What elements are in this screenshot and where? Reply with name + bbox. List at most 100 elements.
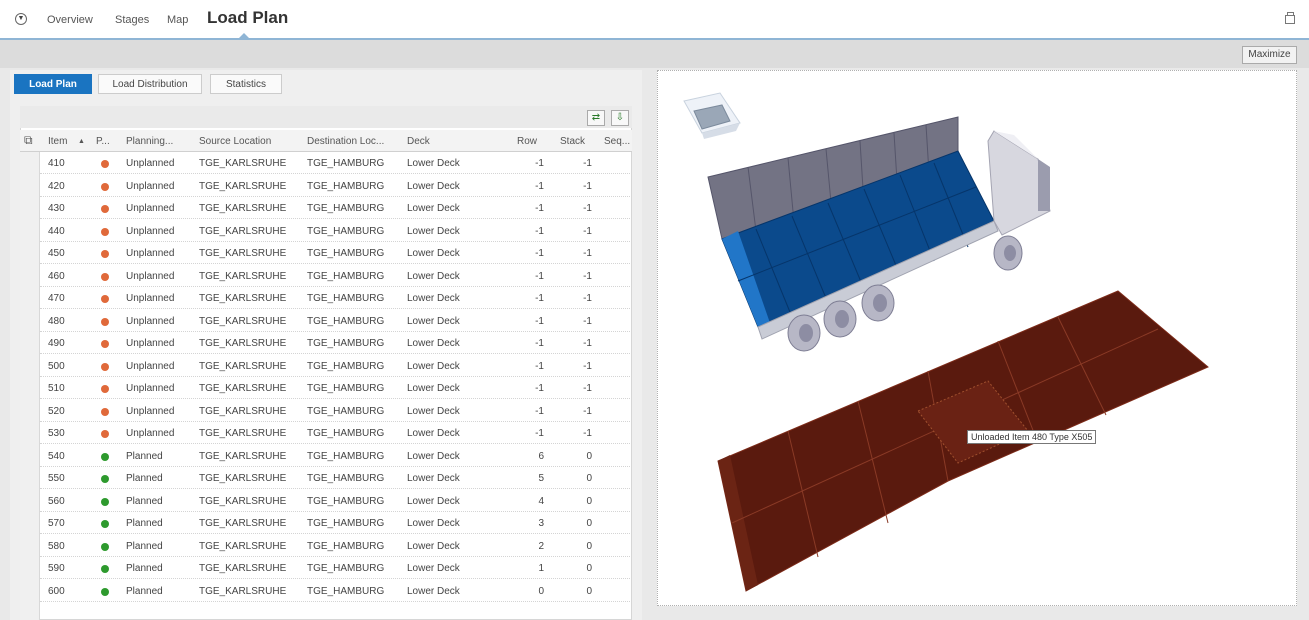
cell-item: 510 (48, 383, 65, 394)
cell-deck: Lower Deck (407, 473, 460, 484)
cell-stack: -1 (583, 405, 592, 417)
unplanned-status-icon (101, 205, 109, 213)
cell-dest: TGE_HAMBURG (307, 338, 385, 349)
cell-planning: Unplanned (126, 428, 175, 439)
cell-item: 550 (48, 473, 65, 484)
cell-stack: 0 (586, 585, 592, 597)
table-row[interactable]: 560 Planned TGE_KARLSRUHE TGE_HAMBURG Lower … (40, 490, 630, 512)
column-header-source-location[interactable]: Source Location (199, 136, 271, 147)
cell-source: TGE_KARLSRUHE (199, 405, 287, 417)
tab-load-distribution[interactable]: Load Distribution (98, 74, 202, 94)
column-header-item[interactable]: Item (48, 136, 67, 147)
cell-deck: Lower Deck (407, 270, 460, 282)
sort-ascending-icon[interactable]: ▲ (78, 138, 85, 145)
cell-deck: Lower Deck (407, 203, 460, 214)
column-header-deck[interactable]: Deck (407, 136, 430, 147)
cell-deck: Lower Deck (407, 495, 460, 507)
cell-item: 600 (48, 585, 65, 597)
table-row[interactable]: 430 Unplanned TGE_KARLSRUHE TGE_HAMBURG Lowe… (40, 197, 630, 219)
column-header-row[interactable]: Row (517, 136, 537, 147)
table-row[interactable]: 470 Unplanned TGE_KARLSRUHE TGE_HAMBURG Lowe… (40, 287, 630, 309)
cell-stack: 0 (586, 563, 592, 574)
column-header-stack[interactable]: Stack (560, 136, 585, 147)
cell-planning: Unplanned (126, 338, 175, 349)
table-row[interactable]: 540 Planned TGE_KARLSRUHE TGE_HAMBURG Lower … (40, 445, 630, 467)
cell-row: -1 (535, 203, 544, 214)
truck-3d-scene[interactable] (658, 71, 1296, 605)
column-header-status[interactable]: P... (96, 136, 110, 147)
cell-source: TGE_KARLSRUHE (199, 158, 287, 169)
row-selector-column[interactable] (20, 152, 40, 620)
table-row[interactable]: 570 Planned TGE_KARLSRUHE TGE_HAMBURG Lower … (40, 512, 630, 534)
table-row[interactable]: 520 Unplanned TGE_KARLSRUHE TGE_HAMBURG Lowe… (40, 400, 630, 422)
column-header-destination-location[interactable]: Destination Loc... (307, 136, 384, 147)
load-3d-viewer[interactable] (657, 70, 1297, 606)
planned-status-icon (101, 475, 109, 483)
maximize-button[interactable]: Maximize (1242, 46, 1297, 64)
cell-row: 2 (538, 540, 544, 552)
column-settings-icon[interactable]: ⧉ (24, 133, 33, 148)
cell-deck: Lower Deck (407, 248, 460, 259)
cell-deck: Lower Deck (407, 563, 460, 574)
view-cube-icon[interactable] (683, 92, 741, 139)
table-row[interactable]: 500 Unplanned TGE_KARLSRUHE TGE_HAMBURG Lowe… (40, 355, 630, 377)
window-restore-icon[interactable] (1285, 12, 1295, 24)
cell-item: 410 (48, 158, 65, 169)
table-row[interactable]: 510 Unplanned TGE_KARLSRUHE TGE_HAMBURG Lowe… (40, 377, 630, 399)
column-header-planning[interactable]: Planning... (126, 136, 173, 147)
table-row[interactable]: 530 Unplanned TGE_KARLSRUHE TGE_HAMBURG Lowe… (40, 422, 630, 444)
table-row[interactable]: 480 Unplanned TGE_KARLSRUHE TGE_HAMBURG Lowe… (40, 310, 630, 332)
cell-deck: Lower Deck (407, 338, 460, 349)
cell-row: -1 (535, 248, 544, 259)
cell-row: -1 (535, 315, 544, 327)
cell-planning: Planned (126, 563, 163, 574)
cell-source: TGE_KARLSRUHE (199, 315, 287, 327)
unplanned-status-icon (101, 272, 109, 281)
cell-item: 540 (48, 450, 65, 462)
table-row[interactable]: 600 Planned TGE_KARLSRUHE TGE_HAMBURG Lower … (40, 580, 630, 602)
nav-link-load-plan[interactable]: Load Plan (207, 8, 288, 28)
cell-row: -1 (535, 383, 544, 394)
cell-deck: Lower Deck (407, 225, 460, 237)
table-row[interactable]: 420 Unplanned TGE_KARLSRUHE TGE_HAMBURG Lowe… (40, 175, 630, 197)
cell-dest: TGE_HAMBURG (307, 473, 385, 484)
cell-deck: Lower Deck (407, 428, 460, 439)
column-header-sequence[interactable]: Seq... (604, 136, 630, 147)
table-row[interactable]: 490 Unplanned TGE_KARLSRUHE TGE_HAMBURG Lowe… (40, 332, 630, 354)
table-row[interactable]: 550 Planned TGE_KARLSRUHE TGE_HAMBURG Lower … (40, 467, 630, 489)
nav-menu-icon[interactable]: ▼ (15, 13, 27, 25)
cell-source: TGE_KARLSRUHE (199, 540, 287, 552)
cell-source: TGE_KARLSRUHE (199, 428, 287, 439)
cell-row: 4 (538, 495, 544, 507)
tab-statistics[interactable]: Statistics (210, 74, 282, 94)
cell-row: -1 (535, 225, 544, 237)
table-row[interactable]: 580 Planned TGE_KARLSRUHE TGE_HAMBURG Lower … (40, 535, 630, 557)
cell-row: 5 (538, 473, 544, 484)
nav-link-map[interactable]: Map (167, 14, 188, 26)
cell-planning: Planned (126, 585, 163, 597)
cell-planning: Unplanned (126, 405, 175, 417)
cell-source: TGE_KARLSRUHE (199, 450, 287, 462)
table-row[interactable]: 460 Unplanned TGE_KARLSRUHE TGE_HAMBURG Lowe… (40, 265, 630, 287)
cell-source: TGE_KARLSRUHE (199, 585, 287, 597)
cell-stack: -1 (583, 360, 592, 372)
table-row[interactable]: 410 Unplanned TGE_KARLSRUHE TGE_HAMBURG Lowe… (40, 152, 630, 174)
tab-load-plan[interactable]: Load Plan (14, 74, 92, 94)
nav-link-overview[interactable]: Overview (47, 14, 93, 26)
cell-stack: -1 (583, 248, 592, 259)
cell-dest: TGE_HAMBURG (307, 293, 385, 304)
cell-item: 420 (48, 180, 65, 192)
export-icon[interactable]: ⇩ (611, 110, 629, 126)
cell-stack: 0 (586, 450, 592, 462)
cell-dest: TGE_HAMBURG (307, 225, 385, 237)
table-row[interactable]: 450 Unplanned TGE_KARLSRUHE TGE_HAMBURG Lowe… (40, 242, 630, 264)
refresh-icon[interactable]: ⇄ (587, 110, 605, 126)
cell-dest: TGE_HAMBURG (307, 495, 385, 507)
cell-stack: -1 (583, 293, 592, 304)
nav-link-stages[interactable]: Stages (115, 14, 149, 26)
table-row[interactable]: 440 Unplanned TGE_KARLSRUHE TGE_HAMBURG Lowe… (40, 220, 630, 242)
cell-stack: -1 (583, 315, 592, 327)
cell-stack: 0 (586, 495, 592, 507)
table-row[interactable]: 590 Planned TGE_KARLSRUHE TGE_HAMBURG Lower … (40, 557, 630, 579)
cell-planning: Unplanned (126, 315, 175, 327)
